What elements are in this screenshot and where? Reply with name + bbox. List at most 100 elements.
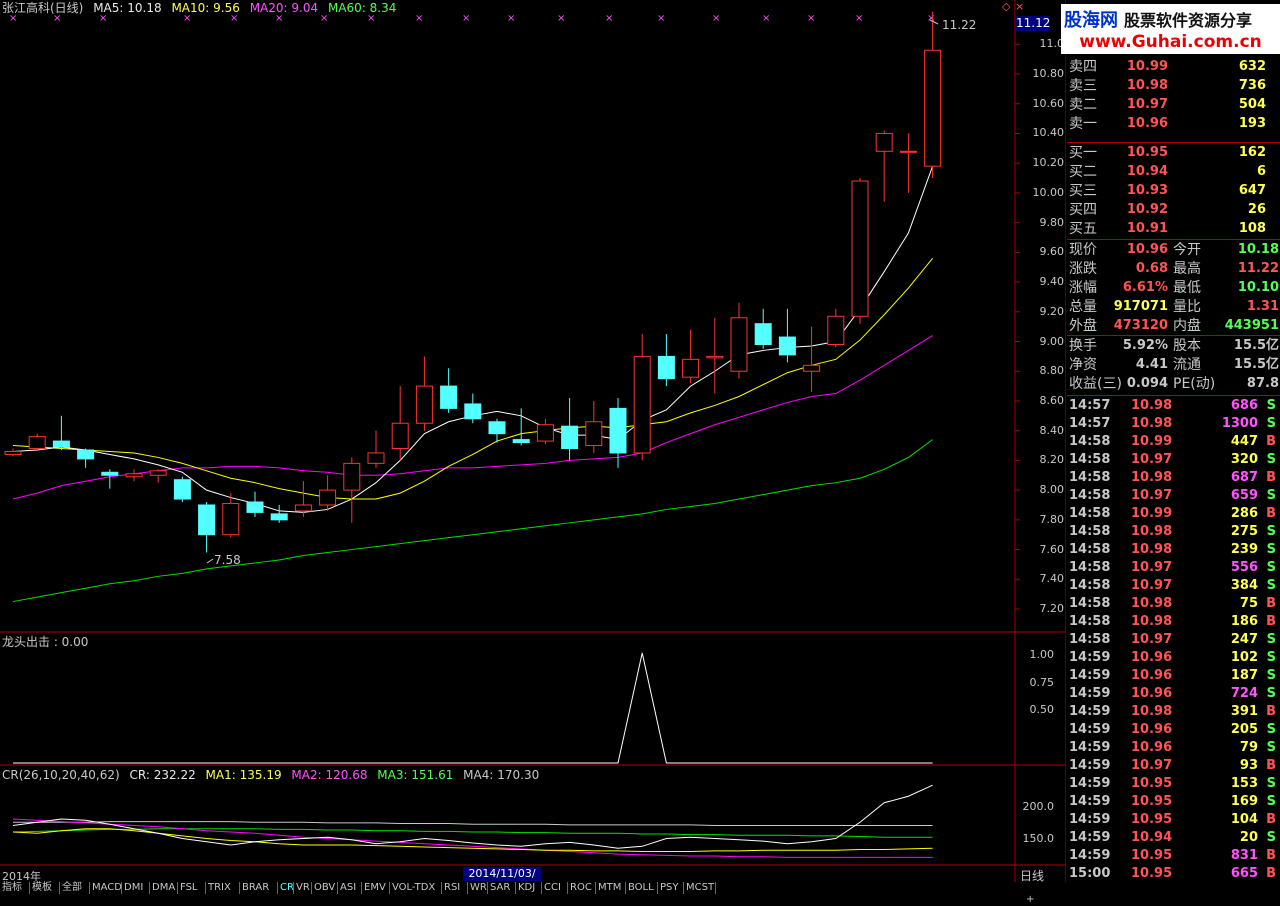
tick-price: 10.96 [1131,722,1173,737]
tick-row[interactable]: 14:59 10.97 93 B [1067,757,1280,775]
tick-row[interactable]: 14:58 10.98 687 B [1067,469,1280,487]
tab-dmi[interactable]: DMI [122,882,150,894]
tick-row[interactable]: 14:58 10.97 320 S [1067,451,1280,469]
tab-trix[interactable]: TRIX [206,882,240,894]
tab-boll[interactable]: BOLL [626,882,658,894]
order-book-row[interactable]: 卖一 10.96 193 [1067,115,1280,133]
tick-row[interactable]: 14:59 10.95 153 S [1067,775,1280,793]
tab-mcst[interactable]: MCST [684,882,716,894]
indicator1-title: 龙头出击 : 0.00 [2,635,89,649]
tick-side: B [1266,848,1276,863]
tick-row[interactable]: 14:58 10.98 275 S [1067,523,1280,541]
tick-row[interactable]: 14:58 10.99 447 B [1067,433,1280,451]
chart-area[interactable]: × × × × × × × × × × × × × × × × × × × 张江高科(日线) MA5: 10.18 … [0,0,1066,905]
order-book-row[interactable]: 卖四 10.99 632 [1067,58,1280,76]
tick-row[interactable]: 14:59 10.96 187 S [1067,667,1280,685]
tick-row[interactable]: 15:00 10.95 665 B [1067,865,1280,883]
kline-chart-svg[interactable]: × × × × × × × × × × × × × × × × × × × [0,0,1066,894]
tab-rsi[interactable]: RSI [442,882,468,894]
order-book-row[interactable]: 卖二 10.97 504 [1067,96,1280,114]
candle-body [561,425,579,450]
tick-side: S [1266,722,1276,737]
tick-volume: 686 [1230,398,1258,413]
tab-模板[interactable]: 模板 [30,882,60,894]
diamond-icon[interactable]: ◇ [1002,0,1010,13]
tab-sar[interactable]: SAR [488,882,516,894]
tick-price: 10.98 [1131,542,1173,557]
date-cursor-label: 2014/11/03/一 [463,867,541,894]
tab-全部[interactable]: 全部 [60,882,90,894]
tab-cci[interactable]: CCI [542,882,568,894]
quote-value: 5.92% [1122,338,1168,353]
tab-brar[interactable]: BRAR [240,882,278,894]
tab-emv[interactable]: EMV [362,882,390,894]
tab-wr[interactable]: WR [468,882,488,894]
tab-指标[interactable]: 指标 [0,882,30,894]
tab-vol-tdx[interactable]: VOL-TDX [390,882,442,894]
tab-dma[interactable]: DMA [150,882,178,894]
close-icon[interactable]: × [1015,0,1024,13]
tick-volume: 286 [1230,506,1258,521]
tab-asi[interactable]: ASI [338,882,362,894]
tick-row[interactable]: 14:58 10.98 75 B [1067,595,1280,613]
tick-row[interactable]: 14:59 10.95 169 S [1067,793,1280,811]
tick-row[interactable]: 14:59 10.96 79 S [1067,739,1280,757]
tab-psy[interactable]: PSY [658,882,684,894]
tick-row[interactable]: 14:58 10.97 247 S [1067,631,1280,649]
tab-cr[interactable]: CR [278,882,294,894]
order-book-row[interactable]: 买五 10.91 108 [1067,220,1280,238]
tick-price: 10.94 [1131,830,1173,845]
tick-volume: 93 [1239,758,1258,773]
tab-macd[interactable]: MACD [90,882,122,894]
order-volume: 108 [1238,221,1266,236]
tick-row[interactable]: 14:59 10.96 102 S [1067,649,1280,667]
tick-row[interactable]: 14:59 10.95 104 B [1067,811,1280,829]
tick-time: 14:59 [1069,686,1111,701]
tick-row[interactable]: 14:58 10.97 659 S [1067,487,1280,505]
tick-row[interactable]: 14:59 10.94 20 S [1067,829,1280,847]
tick-volume: 20 [1239,830,1258,845]
tab-kdj[interactable]: KDJ [516,882,542,894]
order-book-row[interactable]: 买二 10.94 6 [1067,163,1280,181]
order-book-row[interactable]: 卖三 10.98 736 [1067,77,1280,95]
tab-fsl[interactable]: FSL [178,882,206,894]
zoom-in-icon[interactable]: + [1026,894,1034,905]
tick-volume: 724 [1230,686,1258,701]
candle-body [682,358,700,378]
tick-volume: 153 [1230,776,1258,791]
tick-row[interactable]: 14:58 10.98 186 B [1067,613,1280,631]
tick-volume: 384 [1230,578,1258,593]
candle-body [101,471,119,476]
quote-row: 涨幅 6.61% 最低 10.10 [1067,279,1280,297]
tick-row[interactable]: 14:58 10.97 384 S [1067,577,1280,595]
order-level: 买五 [1069,221,1097,237]
order-book-row[interactable]: 买四 10.92 26 [1067,201,1280,219]
tick-time: 14:59 [1069,794,1111,809]
tick-row[interactable]: 14:58 10.97 556 S [1067,559,1280,577]
tick-row[interactable]: 14:58 10.98 239 S [1067,541,1280,559]
tab-mtm[interactable]: MTM [596,882,626,894]
order-book-row[interactable]: 买一 10.95 162 [1067,144,1280,162]
tab-obv[interactable]: OBV [312,882,338,894]
order-book-row[interactable]: 买三 10.93 647 [1067,182,1280,200]
candle-body [270,513,288,521]
tick-row[interactable]: 14:57 10.98 686 S [1067,397,1280,415]
tick-side: S [1266,776,1276,791]
order-price: 10.92 [1126,202,1168,217]
quote-label: 量比 [1173,299,1201,315]
tab-vr[interactable]: VR [294,882,312,894]
tick-side: S [1266,686,1276,701]
tick-row[interactable]: 14:59 10.95 831 B [1067,847,1280,865]
tick-row[interactable]: 14:59 10.96 724 S [1067,685,1280,703]
tab-roc[interactable]: ROC [568,882,596,894]
order-level: 买一 [1069,145,1097,161]
tick-row[interactable]: 14:58 10.99 286 B [1067,505,1280,523]
order-price: 10.95 [1126,145,1168,160]
tick-row[interactable]: 14:59 10.96 205 S [1067,721,1280,739]
indicator2-axis-label: 150.0 [1022,832,1055,845]
tick-row[interactable]: 14:57 10.98 1300 S [1067,415,1280,433]
tick-row[interactable]: 14:59 10.98 391 B [1067,703,1280,721]
price-axis-label: 7.40 [1039,572,1065,586]
tick-time: 14:59 [1069,776,1111,791]
tick-time: 14:59 [1069,722,1111,737]
